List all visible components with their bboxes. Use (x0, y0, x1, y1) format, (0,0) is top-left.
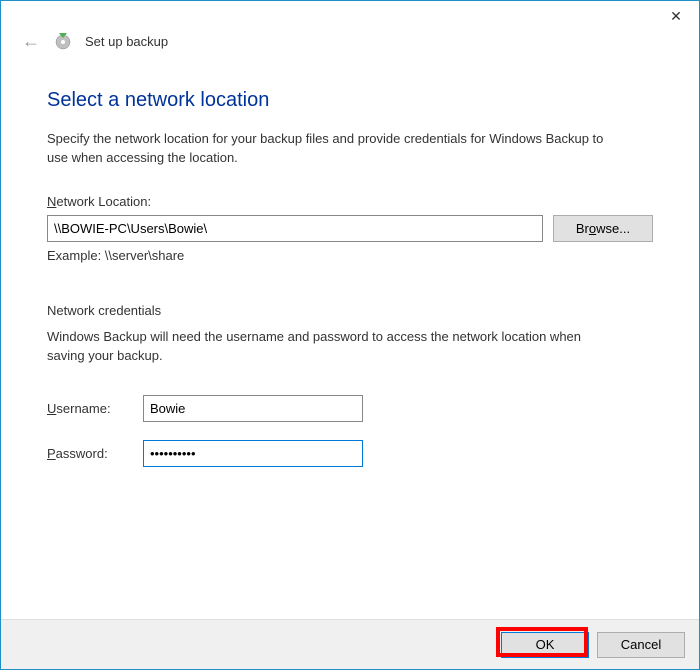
credentials-section-label: Network credentials (47, 303, 653, 318)
username-label: Username: (47, 401, 143, 416)
browse-button[interactable]: Browse... (553, 215, 653, 242)
back-arrow-icon: ← (22, 31, 40, 52)
ok-button[interactable]: OK (501, 632, 589, 658)
page-heading: Select a network location (47, 89, 653, 112)
header: ← Set up backup (1, 29, 699, 53)
close-button[interactable]: ✕ (653, 1, 699, 31)
browse-post: wse... (596, 221, 630, 236)
label-text: sername: (56, 401, 110, 416)
description-text: Specify the network location for your ba… (47, 130, 607, 168)
content-area: Select a network location Specify the ne… (1, 53, 699, 619)
dialog-window: ✕ ← Set up backup Select a network locat… (0, 0, 700, 670)
credentials-description: Windows Backup will need the username an… (47, 328, 617, 366)
example-text: Example: \\server\share (47, 248, 653, 263)
password-row: Password: (47, 440, 653, 467)
back-button: ← (19, 29, 43, 53)
app-title: Set up backup (85, 34, 168, 49)
network-location-input[interactable] (47, 215, 543, 242)
accesskey-u: U (47, 401, 56, 416)
backup-app-icon (53, 31, 73, 51)
accesskey-p: P (47, 446, 56, 461)
username-input[interactable] (143, 395, 363, 422)
username-row: Username: (47, 395, 653, 422)
network-location-label: Network Location: (47, 194, 653, 209)
accesskey-n: N (47, 194, 56, 209)
dialog-footer: OK Cancel (1, 619, 699, 669)
label-text: etwork Location: (56, 194, 151, 209)
titlebar: ✕ (1, 1, 699, 31)
close-icon: ✕ (670, 8, 682, 25)
password-label: Password: (47, 446, 143, 461)
browse-pre: Br (576, 221, 589, 236)
network-location-row: Browse... (47, 215, 653, 242)
label-text: assword: (56, 446, 108, 461)
password-input[interactable] (143, 440, 363, 467)
cancel-button[interactable]: Cancel (597, 632, 685, 658)
